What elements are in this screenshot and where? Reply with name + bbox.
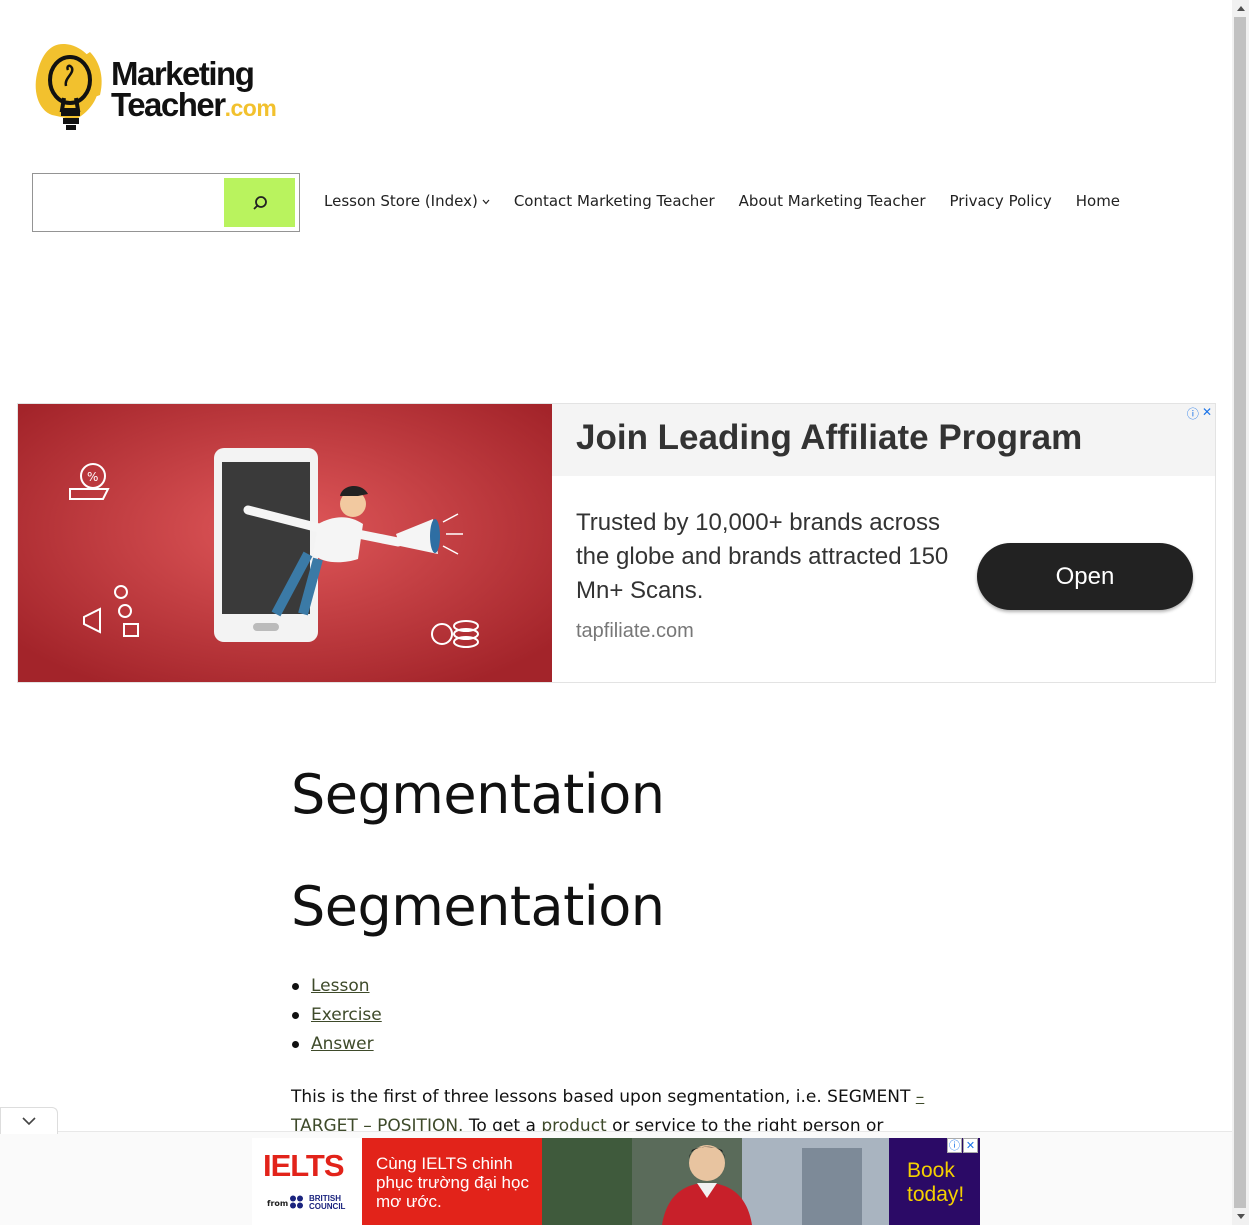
answer-link[interactable]: Answer (311, 1034, 374, 1054)
para-text: This is the first of three lessons based… (291, 1087, 916, 1107)
nav-link-home[interactable]: Home (1076, 192, 1120, 210)
partner-line2: COUNCIL (309, 1202, 346, 1211)
page-scrollbar[interactable] (1232, 0, 1249, 1225)
scroll-down-arrow-icon[interactable] (1232, 1208, 1249, 1225)
lesson-links-list: Lesson Exercise Answer (291, 972, 941, 1059)
main-nav: Lesson Store (Index) Contact Marketing T… (324, 192, 1144, 210)
info-icon[interactable]: ⓘ (1187, 405, 1199, 422)
page-title: Segmentation (291, 763, 665, 826)
list-item: Exercise (291, 1001, 941, 1030)
site-logo[interactable]: Marketing Teacher.com (30, 40, 280, 135)
ad-illustration[interactable]: % (18, 404, 552, 683)
list-item: Lesson (291, 972, 941, 1001)
close-icon[interactable]: ✕ (1202, 405, 1212, 422)
list-item: Answer (291, 1030, 941, 1059)
logo-line1: Marketing (111, 55, 255, 92)
nav-item-about[interactable]: About Marketing Teacher (739, 192, 926, 210)
logo-line2: Teacher.com (111, 86, 277, 124)
logo-wordmark: Marketing Teacher.com (111, 55, 277, 124)
ad-headline[interactable]: Join Leading Affiliate Program (576, 418, 1082, 458)
exercise-link[interactable]: Exercise (311, 1005, 382, 1025)
ad-banner[interactable]: % Join Leading Affiliate Program Trusted… (17, 403, 1216, 683)
nav-item-privacy[interactable]: Privacy Policy (950, 192, 1052, 210)
nav-item-lesson-store[interactable]: Lesson Store (Index) (324, 192, 490, 210)
search-button[interactable] (224, 178, 295, 227)
nav-link-contact[interactable]: Contact Marketing Teacher (514, 192, 715, 210)
scrollbar-thumb[interactable] (1234, 17, 1246, 1208)
chevron-down-icon (22, 1117, 36, 1126)
article-content: Segmentation Segmentation Lesson Exercis… (291, 740, 941, 1170)
ielts-book-button[interactable]: Book today! (907, 1159, 980, 1207)
scroll-up-arrow-icon[interactable] (1232, 0, 1249, 17)
ielts-tagline: Cùng IELTS chinh phục trường đại học mơ … (376, 1154, 529, 1211)
british-council-text: BRITISH COUNCIL (309, 1195, 345, 1211)
segment-link[interactable]: – (916, 1087, 925, 1107)
ad-body-text[interactable]: Trusted by 10,000+ brands across the glo… (576, 506, 956, 608)
lightbulb-icon (35, 43, 102, 130)
ad-open-button[interactable]: Open (977, 543, 1193, 610)
logo-teacher: Teacher (111, 86, 226, 123)
ielts-ad[interactable]: IELTS from BRITISH COUNCIL Cùng IELTS ch… (252, 1138, 980, 1225)
search-input[interactable] (34, 175, 223, 230)
chevron-down-icon[interactable] (482, 197, 490, 208)
collapse-ad-button[interactable] (0, 1107, 58, 1134)
nav-link-about[interactable]: About Marketing Teacher (739, 192, 926, 210)
ad-url[interactable]: tapfiliate.com (576, 620, 694, 643)
ielts-logo: IELTS (263, 1148, 345, 1183)
section-title: Segmentation (291, 875, 665, 938)
ielts-from-text: from (267, 1199, 289, 1208)
search-icon (252, 195, 267, 210)
nav-link-privacy[interactable]: Privacy Policy (950, 192, 1052, 210)
logo-dotcom: .com (224, 95, 277, 121)
ielts-photo (542, 1138, 889, 1225)
british-council-logo (290, 1195, 303, 1209)
nav-link-lesson-store[interactable]: Lesson Store (Index) (324, 192, 478, 210)
search-form (32, 173, 300, 232)
svg-text:%: % (87, 470, 98, 484)
ad-choices[interactable]: ⓘ ✕ (1187, 405, 1212, 422)
close-icon[interactable]: ✕ (963, 1138, 978, 1153)
ad-choices[interactable]: ⓘ ✕ (947, 1138, 978, 1153)
lesson-link[interactable]: Lesson (311, 976, 370, 996)
info-icon[interactable]: ⓘ (947, 1138, 962, 1153)
nav-item-contact[interactable]: Contact Marketing Teacher (514, 192, 715, 210)
nav-item-home[interactable]: Home (1076, 192, 1120, 210)
